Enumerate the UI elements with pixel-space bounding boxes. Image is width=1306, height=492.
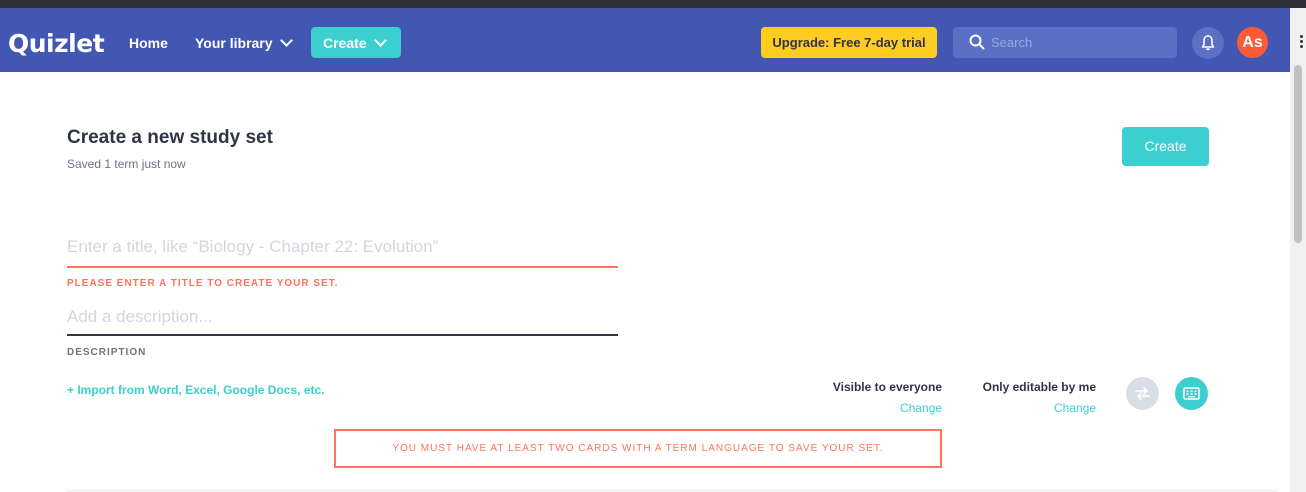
description-label: DESCRIPTION	[67, 347, 147, 358]
notifications-button[interactable]	[1192, 27, 1224, 59]
visibility-change-link[interactable]: Change	[900, 401, 942, 415]
create-set-button[interactable]: Create	[1122, 127, 1209, 166]
visibility-label: Visible to everyone	[832, 380, 942, 394]
more-options-icon[interactable]	[1300, 35, 1303, 49]
search-placeholder: Search	[991, 35, 1033, 50]
set-title-input[interactable]	[67, 228, 618, 268]
quizlet-logo[interactable]: Quizlet	[8, 29, 105, 58]
window-top-bar	[0, 0, 1306, 8]
nav-create-label: Create	[323, 35, 367, 51]
keyboard-icon	[1183, 387, 1200, 400]
search-icon	[969, 34, 985, 50]
nav-create-dropdown[interactable]: Create	[311, 27, 401, 58]
search-box[interactable]: Search	[953, 27, 1177, 58]
set-description-input[interactable]	[67, 299, 618, 336]
chevron-down-icon	[279, 34, 293, 47]
keyboard-shortcuts-button[interactable]	[1175, 377, 1208, 410]
upgrade-button[interactable]: Upgrade: Free 7-day trial	[761, 27, 937, 58]
nav-home-link[interactable]: Home	[129, 35, 168, 51]
scrollbar-thumb[interactable]	[1294, 65, 1302, 243]
avatar[interactable]: As	[1237, 27, 1268, 58]
title-error-message: PLEASE ENTER A TITLE TO CREATE YOUR SET.	[67, 278, 339, 289]
save-status: Saved 1 term just now	[67, 157, 186, 171]
chevron-down-icon	[373, 34, 387, 47]
page-title: Create a new study set	[67, 127, 273, 148]
swap-terms-button[interactable]	[1126, 377, 1159, 410]
edit-permission-change-link[interactable]: Change	[1054, 401, 1096, 415]
term-language-warning: YOU MUST HAVE AT LEAST TWO CARDS WITH A …	[334, 429, 942, 468]
bell-icon	[1201, 35, 1215, 51]
swap-icon	[1135, 387, 1150, 400]
edit-permission-label: Only editable by me	[982, 380, 1096, 394]
nav-library-dropdown[interactable]: Your library	[195, 34, 293, 51]
nav-library-label: Your library	[195, 35, 273, 51]
import-link[interactable]: + Import from Word, Excel, Google Docs, …	[67, 383, 325, 397]
